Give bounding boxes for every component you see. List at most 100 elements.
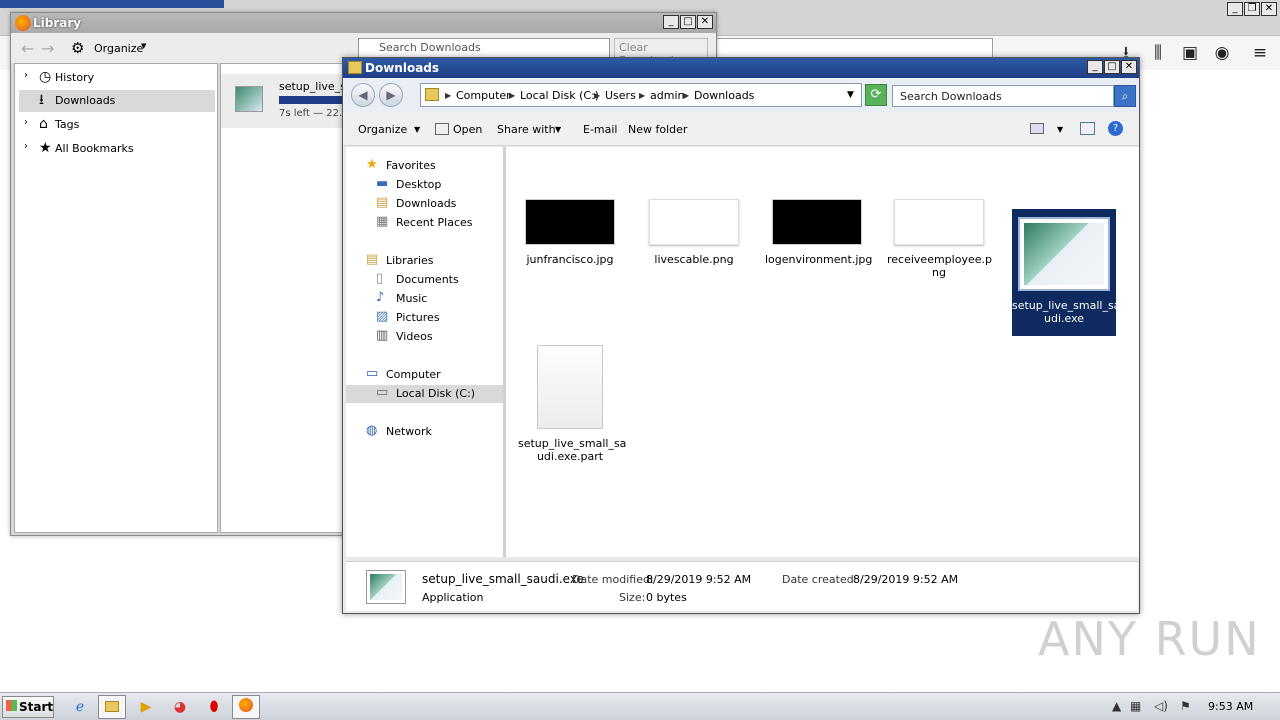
nav-network[interactable]: ◍ Network <box>346 423 503 441</box>
back-button[interactable]: ◀ <box>351 83 375 107</box>
open-button[interactable]: Open <box>453 123 482 136</box>
libraries-icon: ▤ <box>366 252 379 267</box>
clock-icon: ◷ <box>39 69 52 85</box>
sidebar-item-downloads[interactable]: ⭳ Downloads <box>19 90 215 112</box>
chevron-down-icon: ▼ <box>555 125 562 134</box>
file-item[interactable]: setup_live_small_sa udi.exe.part <box>518 345 627 463</box>
documents-icon: ▯ <box>376 271 384 286</box>
open-icon <box>435 123 449 135</box>
explorer-window: Downloads _ □ ✕ ◀ ▶ ▶ Computer ▶ Local D… <box>342 57 1140 614</box>
breadcrumb-local-disk[interactable]: Local Disk (C:) <box>520 89 599 102</box>
breadcrumb-computer[interactable]: Computer <box>456 89 511 102</box>
chevron-down-icon[interactable]: ▼ <box>1057 125 1063 134</box>
explorer-search-input[interactable]: Search Downloads <box>892 85 1114 107</box>
blank-file-icon <box>537 345 603 429</box>
clear-downloads-button[interactable]: Clear Downloads <box>614 38 708 67</box>
firefox-restore-button[interactable]: ❐ <box>1244 2 1260 16</box>
nav-computer[interactable]: ▭ Computer <box>346 366 503 384</box>
file-name: setup_live_small_sa <box>518 437 627 450</box>
account-icon[interactable]: ◉ <box>1210 41 1234 65</box>
sidebar-item-all-bookmarks[interactable]: › ★ All Bookmarks <box>19 138 215 160</box>
nav-desktop[interactable]: ▬ Desktop <box>346 176 503 194</box>
firefox-tab[interactable] <box>0 0 224 8</box>
chrome-icon[interactable]: ◕ <box>166 695 194 719</box>
library-maximize-button[interactable]: □ <box>680 15 696 29</box>
share-with-button[interactable]: Share with <box>497 123 556 136</box>
new-folder-button[interactable]: New folder <box>628 123 687 136</box>
details-pane: setup_live_small_saudi.exe Application D… <box>346 561 1138 611</box>
menu-icon[interactable]: ≡ <box>1248 41 1272 65</box>
preview-pane-icon[interactable] <box>1080 122 1095 135</box>
sidebar-icon[interactable]: ▣ <box>1178 41 1202 65</box>
tag-icon: ⌂ <box>39 116 48 132</box>
sidebar-item-history[interactable]: › ◷ History <box>19 67 215 89</box>
expand-arrow-icon[interactable]: › <box>24 141 28 152</box>
library-minimize-button[interactable]: _ <box>663 15 679 29</box>
forward-button[interactable]: ▶ <box>379 83 403 107</box>
details-file-name: setup_live_small_saudi.exe <box>422 572 584 586</box>
organize-button[interactable]: Organize <box>358 123 407 136</box>
firefox-url-bar[interactable] <box>715 38 993 58</box>
explorer-minimize-button[interactable]: _ <box>1087 60 1103 74</box>
help-icon[interactable]: ? <box>1108 121 1123 136</box>
file-view: junfrancisco.jpg livescable.png logenvir… <box>506 147 1139 557</box>
firefox-close-button[interactable]: ✕ <box>1261 2 1277 16</box>
sidebar-item-label: History <box>55 71 95 84</box>
ie-icon[interactable]: ℯ <box>66 695 94 719</box>
firefox-minimize-button[interactable]: _ <box>1227 2 1243 16</box>
action-center-flag-icon[interactable]: ⚑ <box>1180 699 1191 713</box>
nav-recent-places[interactable]: ▦ Recent Places <box>346 214 503 232</box>
library-close-button[interactable]: ✕ <box>697 15 713 29</box>
command-bar: Organize ▼ Open Share with ▼ E-mail New … <box>343 112 1139 146</box>
file-item[interactable]: junfrancisco.jpg <box>518 199 622 266</box>
file-item[interactable]: logenvironment.jpg <box>765 199 872 266</box>
nav-downloads[interactable]: ▤ Downloads <box>346 195 503 213</box>
nav-pictures[interactable]: ▨ Pictures <box>346 309 503 327</box>
file-item-selected[interactable]: setup_live_small_sa udi.exe <box>1012 209 1120 336</box>
volume-icon[interactable]: ◁) <box>1154 699 1168 713</box>
explorer-close-button[interactable]: ✕ <box>1121 60 1137 74</box>
back-arrow-icon[interactable]: ← <box>21 39 34 58</box>
sidebar-item-tags[interactable]: › ⌂ Tags <box>19 114 215 136</box>
address-bar[interactable]: ▶ Computer ▶ Local Disk (C:) ▶ Users ▶ a… <box>420 83 862 107</box>
opera-icon[interactable]: ⬮ <box>200 695 228 719</box>
library-titlebar: Library _ □ ✕ <box>11 13 716 33</box>
email-button[interactable]: E-mail <box>583 123 618 136</box>
image-thumbnail <box>525 199 615 245</box>
nav-libraries[interactable]: ▤ Libraries <box>346 252 503 270</box>
nav-videos[interactable]: ▥ Videos <box>346 328 503 346</box>
search-icon[interactable]: ⌕ <box>1114 85 1136 107</box>
file-item[interactable]: receiveemployee.p ng <box>887 199 992 279</box>
chevron-down-icon[interactable]: ▼ <box>847 90 854 100</box>
breadcrumb-downloads[interactable]: Downloads <box>694 89 754 102</box>
media-player-icon[interactable]: ▶ <box>132 695 160 719</box>
expand-arrow-icon[interactable]: › <box>24 70 28 81</box>
nav-documents[interactable]: ▯ Documents <box>346 271 503 289</box>
folder-icon <box>425 88 439 101</box>
breadcrumb-admin[interactable]: admin <box>650 89 684 102</box>
expand-arrow-icon[interactable]: › <box>24 117 28 128</box>
forward-arrow-icon[interactable]: → <box>41 39 54 58</box>
recent-places-icon: ▦ <box>376 214 389 229</box>
view-icon[interactable] <box>1030 123 1044 134</box>
network-tray-icon[interactable]: ▦ <box>1130 699 1141 713</box>
folder-icon <box>348 61 362 74</box>
sidebar-item-label: All Bookmarks <box>55 142 134 155</box>
refresh-button[interactable]: ⟳ <box>865 84 887 106</box>
image-thumbnail <box>894 199 984 245</box>
start-button[interactable]: Start <box>2 696 54 718</box>
library-icon[interactable]: ⫼ <box>1146 41 1170 65</box>
explorer-maximize-button[interactable]: □ <box>1104 60 1120 74</box>
nav-local-disk[interactable]: ▭ Local Disk (C:) <box>346 385 503 403</box>
breadcrumb-users[interactable]: Users <box>605 89 636 102</box>
library-search-input[interactable]: Search Downloads <box>358 38 610 58</box>
file-item[interactable]: livescable.png <box>642 199 746 266</box>
tray-expand-icon[interactable]: ▲ <box>1112 699 1121 713</box>
nav-favorites[interactable]: ★ Favorites <box>346 157 503 175</box>
navigation-pane: ★ Favorites ▬ Desktop ▤ Downloads ▦ Recent P… <box>346 147 503 557</box>
nav-music[interactable]: ♪ Music <box>346 290 503 308</box>
details-size-value: 0 bytes <box>646 591 687 604</box>
explorer-icon[interactable] <box>98 695 126 719</box>
clock[interactable]: 9:53 AM <box>1208 700 1253 713</box>
firefox-icon[interactable] <box>232 695 260 719</box>
